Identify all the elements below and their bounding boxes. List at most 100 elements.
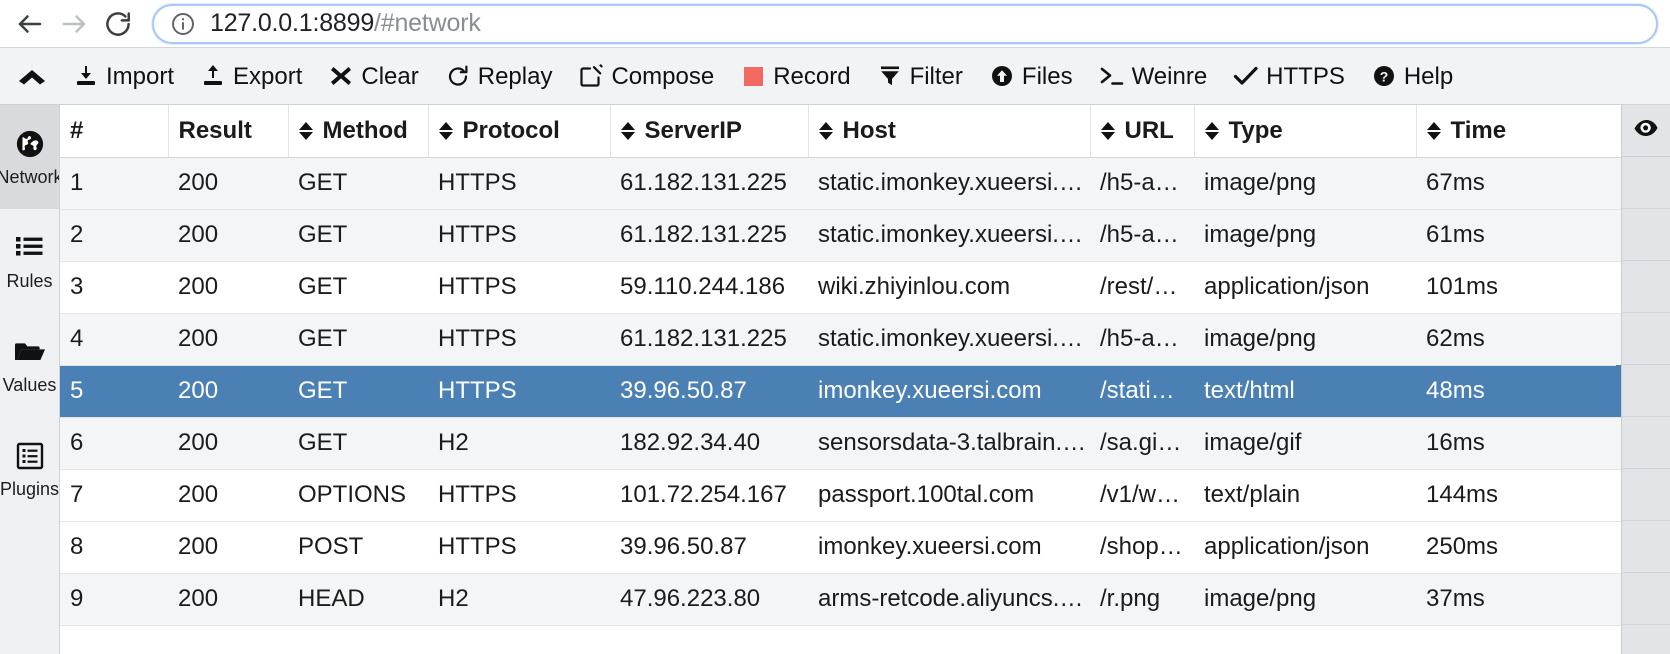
address-bar[interactable]: 127.0.0.1:8899/#network bbox=[152, 3, 1658, 44]
column-label-protocol: Protocol bbox=[462, 116, 560, 144]
sort-desc-icon bbox=[620, 131, 635, 140]
table-row[interactable]: 7 200 OPTIONS HTTPS 101.72.254.167 passport.1… bbox=[60, 469, 1621, 522]
column-header-result[interactable]: Result bbox=[168, 105, 289, 158]
column-label-time: Time bbox=[1450, 116, 1507, 144]
cell-time: 37ms bbox=[1416, 573, 1621, 626]
cell-result: 200 bbox=[168, 261, 288, 314]
column-header-host[interactable]: Host bbox=[808, 105, 1091, 158]
eye-icon[interactable] bbox=[1633, 118, 1659, 143]
sidebar-item-plugins[interactable]: Plugins bbox=[0, 417, 59, 521]
sort-toggle-type[interactable] bbox=[1426, 121, 1441, 140]
toolbar-item-https[interactable]: HTTPS bbox=[1220, 48, 1358, 104]
forward-arrow-icon bbox=[62, 14, 86, 33]
cell-time: 48ms bbox=[1416, 365, 1621, 418]
preview-rail bbox=[1621, 105, 1670, 654]
table-row[interactable]: 1 200 GET HTTPS 61.182.131.225 static.imonkey… bbox=[60, 157, 1621, 210]
filter-icon bbox=[877, 63, 903, 89]
toolbar-item-export[interactable]: Export bbox=[187, 48, 315, 104]
sort-toggle-url[interactable] bbox=[1204, 121, 1219, 140]
record-icon bbox=[740, 63, 766, 89]
preview-rail-header[interactable] bbox=[1622, 105, 1670, 157]
scrollbar-thumb[interactable] bbox=[1616, 365, 1621, 417]
sort-toggle-host[interactable] bbox=[1100, 121, 1115, 140]
sidebar-item-network[interactable]: Network bbox=[0, 105, 59, 209]
toolbar-item-files[interactable]: Files bbox=[976, 48, 1086, 104]
preview-rail-cell[interactable] bbox=[1622, 417, 1670, 469]
cell-host: passport.100tal.com bbox=[808, 469, 1090, 522]
cell-url: /rest/… bbox=[1090, 261, 1194, 314]
table-row[interactable]: 2 200 GET HTTPS 61.182.131.225 static.imonkey… bbox=[60, 209, 1621, 262]
sort-toggle-protocol[interactable] bbox=[620, 121, 635, 140]
toolbar-item-filter[interactable]: Filter bbox=[864, 48, 976, 104]
preview-rail-cell[interactable] bbox=[1622, 365, 1670, 417]
sort-toggle-method[interactable] bbox=[438, 121, 453, 140]
toolbar-item-clear[interactable]: Clear bbox=[315, 48, 431, 104]
sort-desc-icon bbox=[1204, 131, 1219, 140]
cell-num: 3 bbox=[60, 261, 168, 314]
toolbar-item-help[interactable]: ? Help bbox=[1358, 48, 1466, 104]
column-label-method: Method bbox=[322, 116, 408, 144]
sidebar-item-rules[interactable]: Rules bbox=[0, 209, 59, 313]
https-icon bbox=[1233, 63, 1259, 89]
vertical-scrollbar[interactable] bbox=[1616, 157, 1621, 654]
cell-url: /h5-a… bbox=[1090, 157, 1194, 210]
cell-host: static.imonkey.xueersi.c… bbox=[808, 157, 1090, 210]
cell-method: GET bbox=[288, 157, 428, 210]
toolbar-item-import[interactable]: Import bbox=[60, 48, 187, 104]
network-table-container[interactable]: # Result Method Protocol ServerIP Host U… bbox=[60, 105, 1670, 654]
table-row[interactable]: 6 200 GET H2 182.92.34.40 sensorsdata-3.talbr… bbox=[60, 417, 1621, 470]
preview-rail-cell[interactable] bbox=[1622, 313, 1670, 365]
cell-result: 200 bbox=[168, 573, 288, 626]
preview-rail-cell[interactable] bbox=[1622, 209, 1670, 261]
app-toolbar: Import Export Clear Replay Compose Recor… bbox=[0, 48, 1670, 105]
column-header-serverip[interactable]: ServerIP bbox=[610, 105, 809, 158]
column-header-num[interactable]: # bbox=[60, 105, 169, 158]
column-header-method[interactable]: Method bbox=[288, 105, 429, 158]
toolbar-item-weinre[interactable]: Weinre bbox=[1086, 48, 1221, 104]
table-row[interactable]: 9 200 HEAD H2 47.96.223.80 arms-retcode.aliyu… bbox=[60, 573, 1621, 626]
weinre-icon bbox=[1099, 63, 1125, 89]
sort-desc-icon bbox=[1426, 131, 1441, 140]
column-header-time[interactable]: Time bbox=[1416, 105, 1622, 158]
toolbar-item-record[interactable]: Record bbox=[727, 48, 863, 104]
toolbar-label-record: Record bbox=[773, 63, 851, 90]
sort-asc-icon bbox=[1426, 121, 1441, 130]
cell-type: application/json bbox=[1194, 261, 1416, 314]
column-header-url[interactable]: URL bbox=[1090, 105, 1195, 158]
cell-num: 9 bbox=[60, 573, 168, 626]
cell-url: /shop… bbox=[1090, 521, 1194, 574]
table-row[interactable]: 5 200 GET HTTPS 39.96.50.87 imonkey.xueersi.c… bbox=[60, 365, 1621, 418]
cell-serverip: 47.96.223.80 bbox=[610, 573, 808, 626]
collapse-toolbar-button[interactable] bbox=[4, 48, 60, 104]
sidebar: Network Rules Values Plugins bbox=[0, 105, 60, 654]
reload-button[interactable] bbox=[96, 2, 140, 46]
cell-type: application/json bbox=[1194, 521, 1416, 574]
back-button[interactable] bbox=[8, 2, 52, 46]
site-info-icon[interactable] bbox=[170, 11, 196, 37]
preview-rail-cell[interactable] bbox=[1622, 261, 1670, 313]
cell-type: image/png bbox=[1194, 209, 1416, 262]
column-header-type[interactable]: Type bbox=[1194, 105, 1417, 158]
cell-serverip: 59.110.244.186 bbox=[610, 261, 808, 314]
cell-result: 200 bbox=[168, 209, 288, 262]
sort-toggle-serverip[interactable] bbox=[818, 121, 833, 140]
cell-url: /h5-a… bbox=[1090, 209, 1194, 262]
sidebar-item-values[interactable]: Values bbox=[0, 313, 59, 417]
forward-button[interactable] bbox=[52, 2, 96, 46]
column-header-protocol[interactable]: Protocol bbox=[428, 105, 611, 158]
table-row[interactable]: 4 200 GET HTTPS 61.182.131.225 static.imonkey… bbox=[60, 313, 1621, 366]
toolbar-label-https: HTTPS bbox=[1266, 63, 1345, 90]
preview-rail-cell[interactable] bbox=[1622, 573, 1670, 625]
toolbar-item-replay[interactable]: Replay bbox=[432, 48, 566, 104]
sort-toggle-result[interactable] bbox=[298, 121, 313, 140]
table-row[interactable]: 3 200 GET HTTPS 59.110.244.186 wiki.zhiyinlou… bbox=[60, 261, 1621, 314]
toolbar-item-compose[interactable]: Compose bbox=[565, 48, 727, 104]
preview-rail-cell[interactable] bbox=[1622, 157, 1670, 209]
preview-rail-cell[interactable] bbox=[1622, 469, 1670, 521]
cell-type: image/png bbox=[1194, 157, 1416, 210]
network-table: # Result Method Protocol ServerIP Host U… bbox=[60, 105, 1622, 626]
table-row[interactable]: 8 200 POST HTTPS 39.96.50.87 imonkey.xueersi.… bbox=[60, 521, 1621, 574]
cell-method: GET bbox=[288, 417, 428, 470]
toolbar-label-compose: Compose bbox=[611, 63, 715, 90]
preview-rail-cell[interactable] bbox=[1622, 521, 1670, 573]
